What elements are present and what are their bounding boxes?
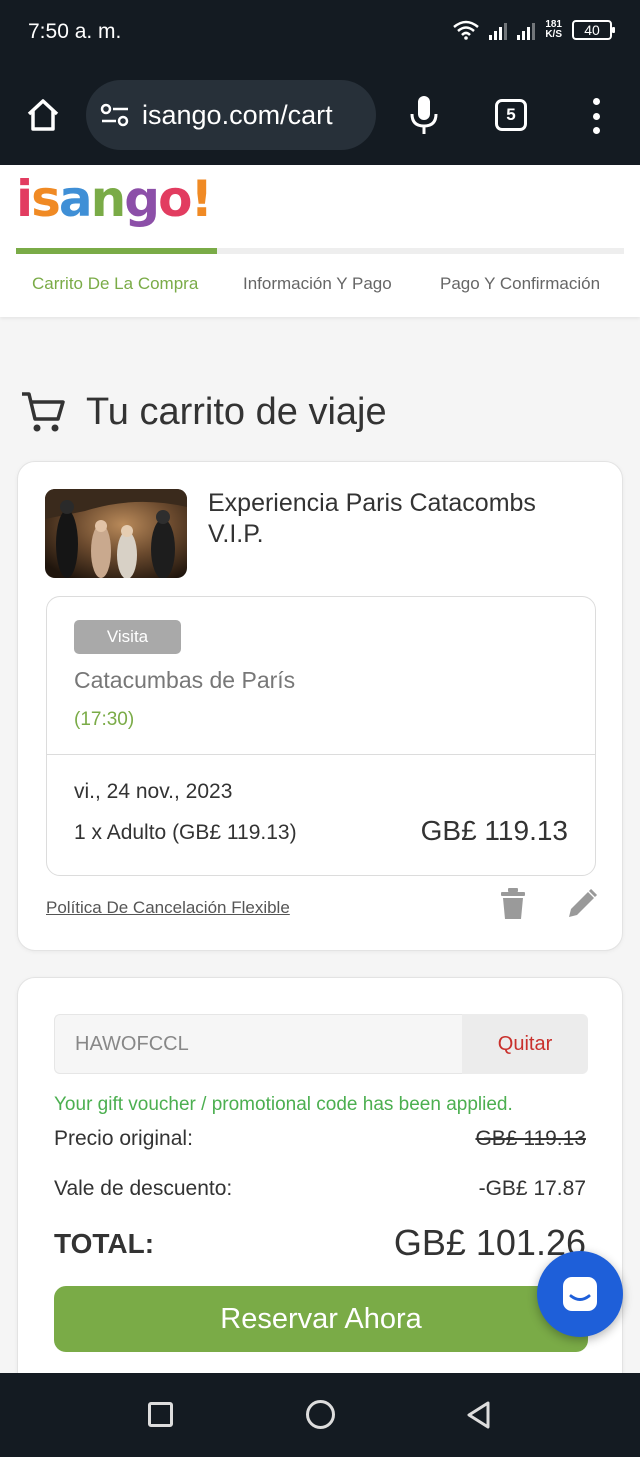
signal-icon	[489, 20, 508, 40]
logo-letter: s	[31, 170, 61, 228]
page-title: Tu carrito de viaje	[20, 390, 387, 434]
signal-icon	[517, 20, 536, 40]
system-nav-bar	[0, 1373, 640, 1457]
url-text: isango.com/cart	[142, 99, 333, 130]
order-summary-card: HAWOFCCL Quitar Your gift voucher / prom…	[17, 977, 623, 1397]
discount-value: -GB£ 17.87	[478, 1177, 586, 1200]
product-thumbnail[interactable]	[45, 489, 187, 578]
cart-item-card: Experiencia Paris Catacombs V.I.P. Visit…	[17, 461, 623, 951]
booking-details: Visita Catacumbas de París (17:30) vi., …	[46, 596, 596, 876]
tour-time: (17:30)	[74, 709, 135, 730]
discount-label: Vale de descuento:	[54, 1177, 233, 1200]
more-vert-icon[interactable]	[586, 98, 606, 134]
checkout-progress	[16, 248, 624, 254]
tour-date: vi., 24 nov., 2023	[74, 780, 233, 803]
divider	[47, 754, 595, 755]
original-price-value: GB£ 119.13	[475, 1127, 586, 1150]
category-badge: Visita	[74, 620, 181, 654]
status-bar: 7:50 a. m. 181 K/S 40	[0, 0, 640, 64]
logo-letter: o	[158, 170, 192, 228]
address-bar[interactable]: isango.com/cart	[86, 80, 376, 150]
original-price-label: Precio original:	[54, 1127, 193, 1150]
logo-letter: n	[90, 170, 127, 228]
logo-letter: i	[16, 170, 33, 228]
recent-apps-icon[interactable]	[148, 1402, 173, 1427]
site-settings-icon[interactable]	[100, 102, 130, 128]
edit-icon[interactable]	[566, 888, 598, 920]
logo-letter: g	[124, 170, 160, 228]
remove-promo-button[interactable]: Quitar	[462, 1014, 588, 1074]
promo-applied-message: Your gift voucher / promotional code has…	[54, 1094, 513, 1115]
status-icons: 181 K/S 40	[453, 20, 615, 40]
logo-letter: a	[58, 170, 93, 228]
step-cart: Carrito De La Compra	[32, 274, 199, 293]
isango-logo[interactable]: isango!	[16, 169, 213, 229]
tab-switcher-icon[interactable]: 5	[495, 99, 527, 131]
wifi-icon	[453, 20, 480, 40]
back-icon[interactable]	[464, 1400, 494, 1430]
status-time: 7:50 a. m.	[28, 20, 122, 43]
chat-icon	[561, 1275, 599, 1313]
trash-icon[interactable]	[500, 888, 526, 920]
total-label: TOTAL:	[54, 1228, 155, 1259]
home-icon[interactable]	[24, 96, 62, 134]
page-title-text: Tu carrito de viaje	[86, 390, 387, 433]
checkout-progress-fill	[16, 248, 217, 254]
chat-button[interactable]	[537, 1251, 623, 1337]
step-info-payment: Información Y Pago	[243, 274, 392, 293]
network-speed-unit: K/S	[545, 29, 562, 40]
promo-code-field[interactable]: HAWOFCCL	[54, 1014, 462, 1074]
venue-name: Catacumbas de París	[74, 667, 296, 693]
quantity-line: 1 x Adulto (GB£ 119.13)	[74, 821, 297, 844]
network-speed: 181 K/S	[545, 20, 562, 40]
cancellation-policy-link[interactable]: Política De Cancelación Flexible	[46, 898, 290, 918]
battery-icon: 40	[572, 20, 615, 40]
browser-toolbar: isango.com/cart 5	[0, 64, 640, 165]
cart-icon	[22, 392, 65, 432]
book-now-button[interactable]: Reservar Ahora	[54, 1286, 588, 1352]
site-header: isango! Carrito De La Compra Información…	[0, 165, 640, 317]
step-confirmation: Pago Y Confirmación	[440, 274, 601, 293]
logo-letter: !	[190, 170, 213, 228]
home-circle-icon[interactable]	[306, 1400, 335, 1429]
mic-icon[interactable]	[409, 94, 439, 136]
item-price: GB£ 119.13	[420, 815, 568, 846]
product-title[interactable]: Experiencia Paris Catacombs V.I.P.	[208, 488, 598, 550]
